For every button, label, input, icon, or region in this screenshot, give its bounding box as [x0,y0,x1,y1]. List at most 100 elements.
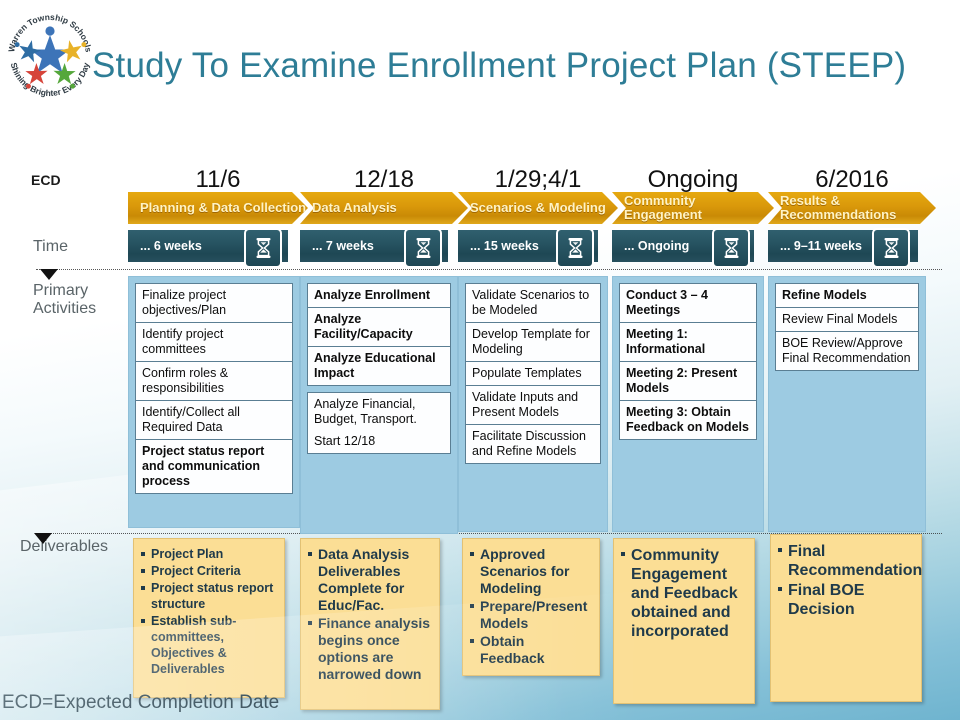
footnote-text: ECD=Expected Completion Date [2,692,280,713]
phase-chevron-5[interactable]: Results & Recommendations [768,192,936,224]
activity-item[interactable]: Develop Template for Modeling [465,322,601,362]
hourglass-icon [404,228,442,268]
time-row-label: Time [33,238,68,255]
deliverable-box-4[interactable]: Community Engagement and Feedback obtain… [613,538,755,704]
deliverable-item: Final Recommendation [777,542,922,580]
deliverable-item: Approved Scenarios for Modeling [469,546,591,597]
activity-item[interactable]: Populate Templates [465,361,601,386]
primary-activities-row-label: Primary Activities [33,282,97,317]
activity-item[interactable]: Identify/Collect all Required Data [135,400,293,440]
activity-item-label: Analyze Enrollment [314,288,430,302]
phase-chevron-label: Scenarios & Modeling [470,200,606,215]
deliverable-item: Final BOE Decision [777,581,913,619]
deliverable-item: Data Analysis Deliverables Complete for … [307,546,431,614]
activity-panel-1: Finalize project objectives/Plan Identify… [128,276,300,528]
activity-item[interactable]: Validate Scenarios to be Modeled [465,283,601,323]
phase-duration-label: ... 6 weeks [140,239,202,253]
triangle-marker-icon [34,533,52,544]
deliverable-item: Community Engagement and Feedback obtain… [620,546,746,641]
deliverable-box-2[interactable]: Data Analysis Deliverables Complete for … [300,538,440,710]
activity-item-label: Meeting 3: Obtain Feedback on Models [626,405,749,434]
activity-item-label: Validate Inputs and Present Models [472,390,579,419]
deliverable-item: Project Criteria [140,563,276,579]
hourglass-icon [244,228,282,268]
activity-item-label: Analyze Facility/Capacity [314,312,413,341]
activity-item[interactable]: Meeting 3: Obtain Feedback on Models [619,400,757,440]
activity-item[interactable]: Confirm roles & responsibilities [135,361,293,401]
activity-item-label: Analyze Educational Impact [314,351,436,380]
hourglass-icon [712,228,750,268]
phase-chevron-label: Data Analysis [312,200,397,215]
hourglass-icon [872,228,910,268]
deliverable-list: Data Analysis Deliverables Complete for … [307,546,431,683]
deliverable-item: Obtain Feedback [469,633,591,667]
activity-item[interactable]: Identify project committees [135,322,293,362]
phase-duration-label: ... 9–11 weeks [780,239,863,253]
activity-item-label: Facilitate Discussion and Refine Models [472,429,586,458]
activity-item-label: Identify project committees [142,327,224,356]
activity-item-label: Populate Templates [472,366,582,380]
activity-item[interactable]: Conduct 3 – 4 Meetings [619,283,757,323]
primary-activities-divider [36,269,942,270]
phase-chevron-label: Community Engagement [624,193,703,222]
activity-item[interactable]: Meeting 1: Informational [619,322,757,362]
activity-item-label: Identify/Collect all Required Data [142,405,240,434]
deliverable-list: Project Plan Project Criteria Project stat… [140,546,276,677]
activity-item[interactable]: Meeting 2: Present Models [619,361,757,401]
phase-chevron-3[interactable]: Scenarios & Modeling [458,192,618,224]
deliverable-item: Project Plan [140,546,276,562]
activity-item[interactable]: Analyze Educational Impact [307,346,451,386]
activity-item-label: Review Final Models [782,312,898,326]
activity-item-label: BOE Review/Approve Final Recommendation [782,336,911,365]
phase-duration-label: ... 15 weeks [470,239,539,253]
phase-duration-label: ... 7 weeks [312,239,374,253]
deliverable-list: Community Engagement and Feedback obtain… [620,546,746,641]
phase-chevron-label: Results & Recommendations [780,193,897,222]
activity-item-label: Analyze Financial, Budget, Transport. [314,397,417,426]
activity-item-label: Conduct 3 – 4 Meetings [626,288,708,317]
activity-item[interactable]: Analyze Financial, Budget, Transport. Sta… [307,392,451,454]
deliverable-box-1[interactable]: Project Plan Project Criteria Project stat… [133,538,285,698]
phase-chevron-4[interactable]: Community Engagement [612,192,774,224]
triangle-marker-icon [40,269,58,280]
activity-item-label: Finalize project objectives/Plan [142,288,227,317]
activity-spacer [307,385,451,392]
activity-panel-3: Validate Scenarios to be Modeled Develop … [458,276,608,532]
ecd-date-1: 11/6 [195,166,241,193]
ecd-date-4: Ongoing [647,166,739,193]
deliverable-box-5[interactable]: Final Recommendation Final BOE Decision [770,534,922,702]
activity-item[interactable]: Validate Inputs and Present Models [465,385,601,425]
school-logo: Warren Township Schools Shining Brighter… [2,4,98,100]
deliverable-list: Final Recommendation Final BOE Decision [777,542,922,619]
activity-item-label: Project status report and communication … [142,444,265,488]
phase-duration-label: ... Ongoing [624,239,690,253]
activity-item-label: Meeting 2: Present Models [626,366,738,395]
activity-item[interactable]: Review Final Models [775,307,919,332]
phase-chevron-2[interactable]: Data Analysis [300,192,468,224]
ecd-date-2: 12/18 [353,166,415,193]
slide-canvas: Warren Township Schools Shining Brighter… [0,0,960,720]
activity-item[interactable]: Analyze Facility/Capacity [307,307,451,347]
deliverable-list: Approved Scenarios for Modeling Prepare/P… [469,546,591,667]
deliverable-item: Project status report structure [140,580,276,612]
activity-item-sublabel: Start 12/18 [314,434,376,448]
phase-chevron-1[interactable]: Planning & Data Collection [128,192,308,224]
activity-panel-2: Analyze Enrollment Analyze Facility/Capac… [300,276,458,534]
activity-item[interactable]: BOE Review/Approve Final Recommendation [775,331,919,371]
activity-panel-5: Refine Models Review Final Models BOE Revi… [768,276,926,532]
activity-item-label: Refine Models [782,288,867,302]
activity-item-label: Validate Scenarios to be Modeled [472,288,590,317]
activity-item[interactable]: Facilitate Discussion and Refine Models [465,424,601,464]
ecd-row-label: ECD [31,172,61,188]
activity-item[interactable]: Refine Models [775,283,919,308]
activity-item[interactable]: Analyze Enrollment [307,283,451,308]
activity-item-label: Develop Template for Modeling [472,327,590,356]
page-title: Study To Examine Enrollment Project Plan… [92,46,907,85]
deliverable-box-3[interactable]: Approved Scenarios for Modeling Prepare/P… [462,538,600,676]
activity-item[interactable]: Finalize project objectives/Plan [135,283,293,323]
phase-chevron-label: Planning & Data Collection [140,200,307,215]
ecd-date-5: 6/2016 [815,166,889,193]
activity-item[interactable]: Project status report and communication … [135,439,293,494]
deliverable-item: Finance analysis begins once options are… [307,615,431,683]
deliverable-item: Establish sub-committees, Objectives & D… [140,613,276,677]
